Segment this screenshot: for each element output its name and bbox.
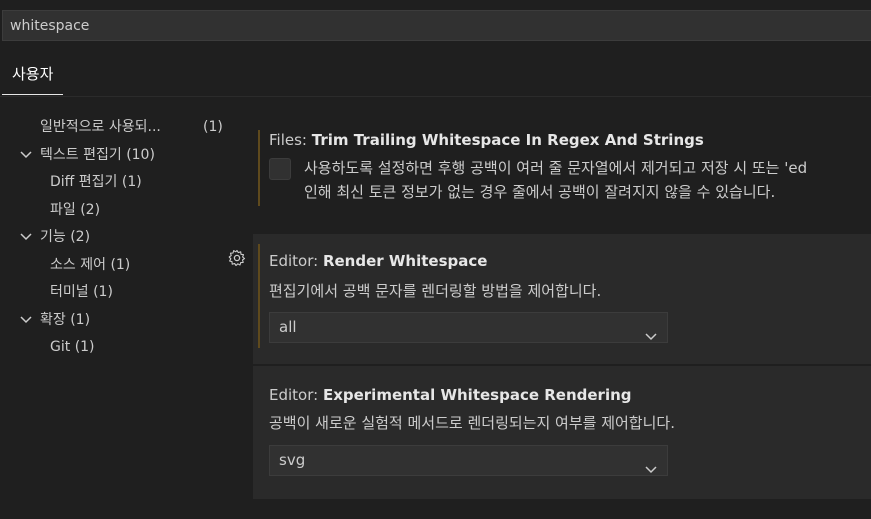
setting-description: 공백이 새로운 실험적 메서드로 렌더링되는지 여부를 제어합니다. [269,414,675,432]
toc-item-features[interactable]: 기능 (2) [40,224,90,250]
toc-item-label: 터미널 [50,284,89,300]
settings-search-input[interactable] [3,11,871,40]
chevron-down-icon[interactable] [18,224,34,250]
toc-item-label: 일반적으로 사용되... [40,119,161,135]
toc-item-count: (1) [70,312,91,328]
setting-category: Editor: [269,386,323,404]
setting-title: Editor: Render Whitespace [269,252,487,270]
toc-item-diff-editor[interactable]: Diff 편집기 (1) [50,169,142,195]
setting-editor-experimental-whitespace-rendering: Editor: Experimental Whitespace Renderin… [253,366,871,499]
chevron-down-icon[interactable] [18,307,34,333]
setting-name: Render Whitespace [322,252,488,270]
toc-item-extensions[interactable]: 확장 (1) [40,307,90,333]
chevron-down-icon[interactable] [18,142,34,168]
chevron-down-icon [644,323,658,352]
setting-name: Experimental Whitespace Rendering [322,386,632,404]
toc-item-label: 텍스트 편집기 [40,147,122,163]
modified-indicator [258,130,260,206]
experimental-whitespace-rendering-select[interactable]: svg [269,445,668,476]
toc-item-count: (1) [74,339,95,355]
toc-item-source-control[interactable]: 소스 제어 (1) [50,252,130,278]
toc-item-count: (1) [203,119,223,135]
toc-item-count: (10) [126,147,155,163]
toc-item-label: 파일 [50,202,76,218]
setting-checkbox[interactable] [269,158,291,180]
setting-title: Editor: Experimental Whitespace Renderin… [269,386,632,404]
setting-description: 사용하도록 설정하면 후행 공백이 여러 줄 문자열에서 제거되고 저장 시 또… [304,156,807,204]
modified-indicator [258,244,260,348]
setting-category: Files: [269,131,312,149]
toc-item-terminal[interactable]: 터미널 (1) [50,279,113,305]
setting-files-trim-trailing-whitespace: Files: Trim Trailing Whitespace In Regex… [253,122,871,212]
toc-item-count: (1) [121,174,142,190]
setting-title: Files: Trim Trailing Whitespace In Regex… [269,131,704,149]
tab-user[interactable]: 사용자 [2,54,64,95]
toc-item-label: 기능 [40,229,66,245]
toc-item-label: Git [50,339,71,355]
render-whitespace-select[interactable]: all [269,312,668,343]
setting-description-line: 인해 최신 토큰 정보가 없는 경우 줄에서 공백이 잘려지지 않을 수 있습니… [304,183,776,201]
gear-icon[interactable] [228,249,246,267]
toc-item-git[interactable]: Git (1) [50,334,95,360]
setting-category: Editor: [269,252,323,270]
toc-item-count: (2) [70,229,91,245]
settings-scope-tabs: 사용자 [0,54,871,97]
setting-editor-render-whitespace: Editor: Render Whitespace 편집기에서 공백 문자를 렌… [253,234,871,364]
toc-item-label: Diff 편집기 [50,174,118,190]
setting-description-line: 사용하도록 설정하면 후행 공백이 여러 줄 문자열에서 제거되고 저장 시 또… [304,159,808,177]
settings-search-box[interactable] [2,10,871,41]
toc-item-label: 확장 [40,312,66,328]
toc-item-label: 소스 제어 [50,257,106,273]
setting-description: 편집기에서 공백 문자를 렌더링할 방법을 제어합니다. [269,282,602,300]
toc-item-count: (1) [93,284,113,300]
toc-item-count: (2) [80,202,101,218]
setting-name: Trim Trailing Whitespace In Regex And St… [311,131,704,149]
select-value: svg [279,451,306,469]
toc-item-text-editor[interactable]: 텍스트 편집기 (10) [40,142,155,168]
toc-item-commonly-used[interactable]: 일반적으로 사용되... (1) [40,114,223,140]
select-value: all [279,318,297,336]
chevron-down-icon [644,456,658,485]
toc-item-count: (1) [110,257,131,273]
toc-item-files[interactable]: 파일 (2) [50,197,100,223]
